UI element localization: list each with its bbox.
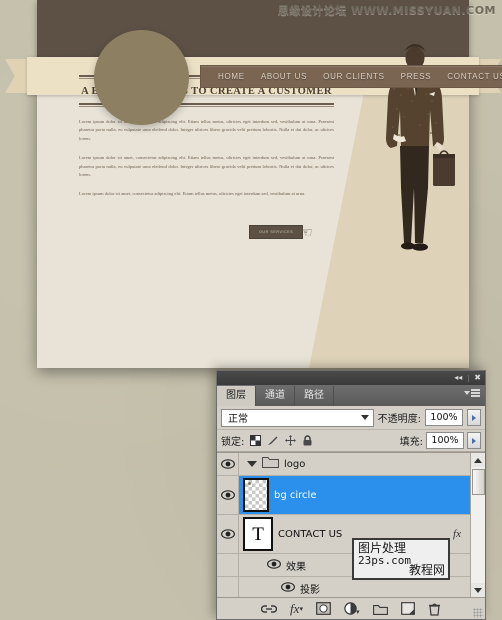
hamburger-icon <box>471 389 480 397</box>
opacity-slider-button[interactable] <box>467 409 481 426</box>
folder-icon <box>262 455 279 473</box>
layer-name-contact-us: CONTACT US <box>278 528 343 540</box>
scroll-down-button[interactable] <box>470 583 485 597</box>
layer-name-drop-shadow: 投影 <box>300 584 320 596</box>
layer-list-scrollbar[interactable] <box>470 453 485 597</box>
nav-item-home[interactable]: HOME <box>210 72 253 81</box>
fill-group: 填充: 100% <box>400 432 481 449</box>
effects-visibility-toggle[interactable] <box>267 556 281 574</box>
layer-visibility-spacer-effects <box>217 554 239 576</box>
photoshop-layers-panel: ◂◂ | ✖ 图层 通道 路径 正常 不透明度: 100% 锁定: 填充: 10… <box>216 370 486 620</box>
site-watermark-text: 思缘设计论坛 WWW.MISSYUAN.COM <box>277 4 496 17</box>
site-navigation: HOME ABOUT US OUR CLIENTS PRESS CONTACT … <box>200 65 502 88</box>
body-paragraph-2: Lorem ipsum dolor sit amet, consectetur … <box>79 155 334 178</box>
panel-menu-icon[interactable] <box>464 389 480 397</box>
link-layers-icon[interactable] <box>261 604 278 614</box>
watermark-line-1: 图片处理 <box>358 541 407 555</box>
cta-row: OUR SERVICES ☞ <box>249 224 313 240</box>
layer-visibility-toggle-logo[interactable] <box>217 453 239 475</box>
fill-slider-button[interactable] <box>467 432 481 449</box>
panel-titlebar: ◂◂ | ✖ <box>217 371 485 385</box>
blend-mode-row: 正常 不透明度: 100% <box>217 406 485 430</box>
chevron-down-icon <box>464 390 470 395</box>
layer-visibility-toggle-contact-us[interactable] <box>217 515 239 553</box>
adjustment-layer-icon[interactable]: ▾ <box>344 602 360 615</box>
watermark-overlay-text: 教程网 <box>408 563 445 578</box>
nav-item-our-clients[interactable]: OUR CLIENTS <box>315 72 393 81</box>
lock-transparency-icon[interactable] <box>250 435 262 446</box>
scroll-track[interactable] <box>470 467 485 583</box>
scroll-thumb[interactable] <box>471 469 485 495</box>
panel-tab-bar: 图层 通道 路径 <box>217 385 485 406</box>
layer-visibility-toggle-bg-circle[interactable] <box>217 476 239 514</box>
group-expand-triangle-icon[interactable] <box>247 461 257 467</box>
tab-paths[interactable]: 路径 <box>295 386 334 406</box>
layer-row-drop-shadow[interactable]: 投影 <box>217 577 470 597</box>
tab-channels[interactable]: 通道 <box>256 386 295 406</box>
layer-thumbnail-bg-circle <box>243 478 269 512</box>
collapse-arrows-icon[interactable]: ◂◂ <box>454 374 462 382</box>
cta-button[interactable]: OUR SERVICES <box>249 225 304 239</box>
lock-all-icon[interactable] <box>302 435 313 446</box>
new-group-icon[interactable] <box>373 603 388 615</box>
opacity-input[interactable]: 100% <box>425 409 463 426</box>
tutorial-site-watermark: 图片处理 23ps.com 教程网 <box>352 538 450 580</box>
panel-resize-grip[interactable] <box>473 608 483 618</box>
layer-name-effects: 效果 <box>286 561 306 573</box>
scroll-up-button[interactable] <box>470 453 485 467</box>
chevron-down-icon <box>360 415 369 420</box>
layer-visibility-spacer-drop-shadow <box>217 577 239 597</box>
panel-bottom-toolbar: fx ▾ ▾ <box>217 597 485 619</box>
layer-main-logo: logo <box>239 453 470 475</box>
nav-item-press[interactable]: PRESS <box>393 72 440 81</box>
body-paragraph-1: Lorem ipsum dolor sit amet, consectetur … <box>79 119 334 141</box>
layer-thumbnail-text: T <box>243 517 273 551</box>
nav-item-about-us[interactable]: ABOUT US <box>253 72 315 81</box>
logo-bg-circle <box>94 30 189 125</box>
lock-image-icon[interactable] <box>267 435 279 446</box>
lock-label: 锁定: <box>221 437 245 448</box>
fill-label: 填充: <box>399 437 423 448</box>
blend-mode-select[interactable]: 正常 <box>221 408 374 427</box>
titlebar-divider: | <box>467 373 470 383</box>
fill-input[interactable]: 100% <box>426 432 464 449</box>
layer-row-bg-circle[interactable]: bg circle <box>217 476 470 515</box>
svg-text:▾: ▾ <box>356 609 360 615</box>
layer-effects-fx-icon[interactable]: fx <box>453 528 466 540</box>
lock-row: 锁定: 填充: 100% <box>217 430 485 452</box>
layer-name-logo: logo <box>284 458 306 470</box>
layer-main-drop-shadow: 投影 <box>239 577 470 597</box>
layer-main-bg-circle: bg circle <box>239 476 470 514</box>
opacity-label: 不透明度: <box>377 414 421 425</box>
layer-style-fx-icon[interactable]: fx ▾ <box>290 601 303 617</box>
layer-name-bg-circle: bg circle <box>274 489 317 501</box>
add-layer-mask-icon[interactable] <box>316 602 331 615</box>
blend-mode-value: 正常 <box>228 414 248 425</box>
thumbnail-content-dot <box>248 482 251 485</box>
tab-layers[interactable]: 图层 <box>217 386 256 406</box>
nav-item-contact-us[interactable]: CONTACT US <box>439 72 502 81</box>
website-mockup-canvas: HOME ABOUT US OUR CLIENTS PRESS CONTACT … <box>5 0 502 368</box>
delete-layer-icon[interactable] <box>428 602 441 616</box>
lock-position-icon[interactable] <box>285 435 297 446</box>
layer-row-logo[interactable]: logo <box>217 453 470 476</box>
drop-shadow-visibility-toggle[interactable] <box>281 579 295 597</box>
pointing-hand-icon: ☞ <box>300 224 313 240</box>
new-layer-icon[interactable] <box>401 602 415 615</box>
close-icon[interactable]: ✖ <box>474 374 481 382</box>
body-paragraph-3: Lorem ipsum dolor sit amet, consectetur … <box>79 191 306 197</box>
